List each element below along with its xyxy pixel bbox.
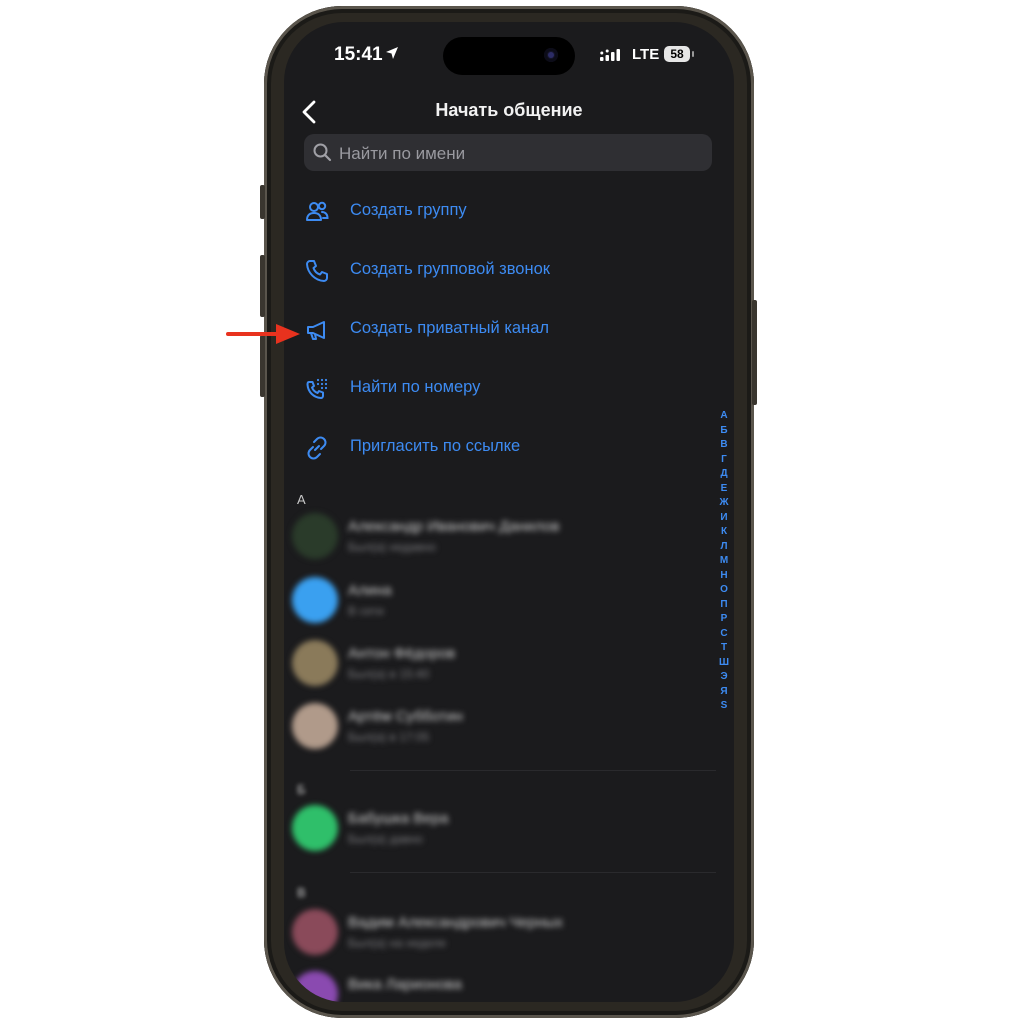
contact-row[interactable]: Антон Фёдоров Был(а) в 15:40 xyxy=(292,635,722,695)
index-letter[interactable]: В xyxy=(720,438,727,453)
contact-status: Был(а) в 17:05 xyxy=(348,730,430,744)
index-letter[interactable]: Н xyxy=(720,569,727,584)
location-arrow-icon xyxy=(386,47,398,59)
create-group-button[interactable]: Создать группу xyxy=(284,186,714,236)
contact-status: Был(а) в 15:40 xyxy=(348,667,430,681)
section-header-v: В xyxy=(297,885,306,900)
link-icon xyxy=(307,436,327,460)
index-letter[interactable]: Т xyxy=(721,641,727,656)
index-letter[interactable]: П xyxy=(720,598,727,613)
find-by-number-button[interactable]: Найти по номеру xyxy=(284,363,714,413)
create-group-call-button[interactable]: Создать групповой звонок xyxy=(284,245,714,295)
contact-status: В сети xyxy=(348,604,384,618)
search-bar xyxy=(304,134,712,173)
avatar xyxy=(292,909,338,955)
avatar xyxy=(292,805,338,851)
index-letter[interactable]: С xyxy=(720,627,727,642)
avatar xyxy=(292,513,338,559)
index-letter[interactable]: Ж xyxy=(719,496,728,511)
contact-status: Был(а) давно xyxy=(348,832,423,846)
avatar xyxy=(292,577,338,623)
action-label: Создать группу xyxy=(350,201,467,219)
index-letter[interactable]: Г xyxy=(721,453,727,468)
index-letter[interactable]: О xyxy=(720,583,728,598)
nav-header: Начать общение xyxy=(284,92,734,132)
index-letter[interactable]: S xyxy=(721,699,728,714)
volume-up-button xyxy=(260,255,265,317)
avatar xyxy=(292,971,338,1002)
invite-by-link-button[interactable]: Пригласить по ссылке xyxy=(284,422,714,472)
index-letter[interactable]: Я xyxy=(720,685,727,700)
index-letter[interactable]: Е xyxy=(721,482,728,497)
group-icon xyxy=(306,201,329,221)
contact-row[interactable]: Алина В сети xyxy=(292,572,722,632)
index-letter[interactable]: Э xyxy=(720,670,727,685)
page-title: Начать общение xyxy=(435,100,583,120)
contact-row[interactable]: Бабушка Вера Был(а) давно xyxy=(292,800,722,860)
index-letter[interactable]: И xyxy=(720,511,727,526)
contact-name: Антон Фёдоров xyxy=(348,645,456,662)
action-label: Создать приватный канал xyxy=(350,319,550,337)
dialpad-phone-icon xyxy=(306,378,328,399)
app-screen: 15:41 LTE 58 Начать общение Найти по име… xyxy=(284,22,734,1002)
avatar xyxy=(292,640,338,686)
index-letter[interactable]: Л xyxy=(720,540,727,555)
divider xyxy=(350,872,716,873)
contact-row[interactable]: Артём Субботин Был(а) в 17:05 xyxy=(292,698,722,758)
index-letter[interactable]: Р xyxy=(721,612,728,627)
avatar xyxy=(292,703,338,749)
contact-name: Алина xyxy=(348,582,392,599)
section-header-a: А xyxy=(297,492,306,507)
status-bar: 15:41 LTE 58 xyxy=(284,22,734,82)
status-time: 15:41 xyxy=(334,44,383,65)
signal-icon xyxy=(600,49,620,61)
alphabet-index[interactable]: А Б В Г Д Е Ж И К Л М Н О П Р С Т Ш Э Я … xyxy=(716,409,732,714)
camera-icon xyxy=(544,48,558,62)
action-label: Пригласить по ссылке xyxy=(350,437,521,455)
index-letter[interactable]: М xyxy=(720,554,728,569)
create-private-channel-button[interactable]: Создать приватный канал xyxy=(284,304,714,354)
contact-name: Бабушка Вера xyxy=(348,810,449,827)
divider xyxy=(350,770,716,771)
network-type: LTE xyxy=(632,46,660,63)
contact-name: Артём Субботин xyxy=(348,708,463,725)
action-label: Найти по номеру xyxy=(350,378,481,396)
annotation-arrow-icon xyxy=(226,324,300,344)
battery-level: 58 xyxy=(670,47,684,61)
contact-status: Был(а) на неделе xyxy=(348,936,447,950)
megaphone-icon xyxy=(307,321,325,340)
contact-row[interactable]: Вадим Александрович Черных Был(а) на нед… xyxy=(292,904,722,964)
index-letter[interactable]: Д xyxy=(720,467,727,482)
contact-row[interactable]: Александр Иванович Данилов Был(а) недавн… xyxy=(292,508,722,568)
search-icon xyxy=(313,143,332,162)
phone-icon xyxy=(306,260,328,282)
index-letter[interactable]: А xyxy=(720,409,727,424)
search-input[interactable] xyxy=(337,134,701,173)
contact-name: Вадим Александрович Черных xyxy=(348,914,563,931)
battery-indicator: 58 xyxy=(664,46,694,62)
power-button xyxy=(752,300,757,405)
dynamic-island xyxy=(443,37,575,75)
action-label: Создать групповой звонок xyxy=(350,260,550,278)
index-letter[interactable]: Ш xyxy=(719,656,729,671)
contact-status: Был(а) недавно xyxy=(348,540,436,554)
index-letter[interactable]: К xyxy=(721,525,727,540)
contact-name: Вика Ларионова xyxy=(348,976,462,993)
contact-row[interactable]: Вика Ларионова xyxy=(292,966,722,1002)
action-button xyxy=(260,185,265,219)
section-header-b: Б xyxy=(297,782,306,797)
index-letter[interactable]: Б xyxy=(720,424,727,439)
contact-name: Александр Иванович Данилов xyxy=(348,518,560,535)
